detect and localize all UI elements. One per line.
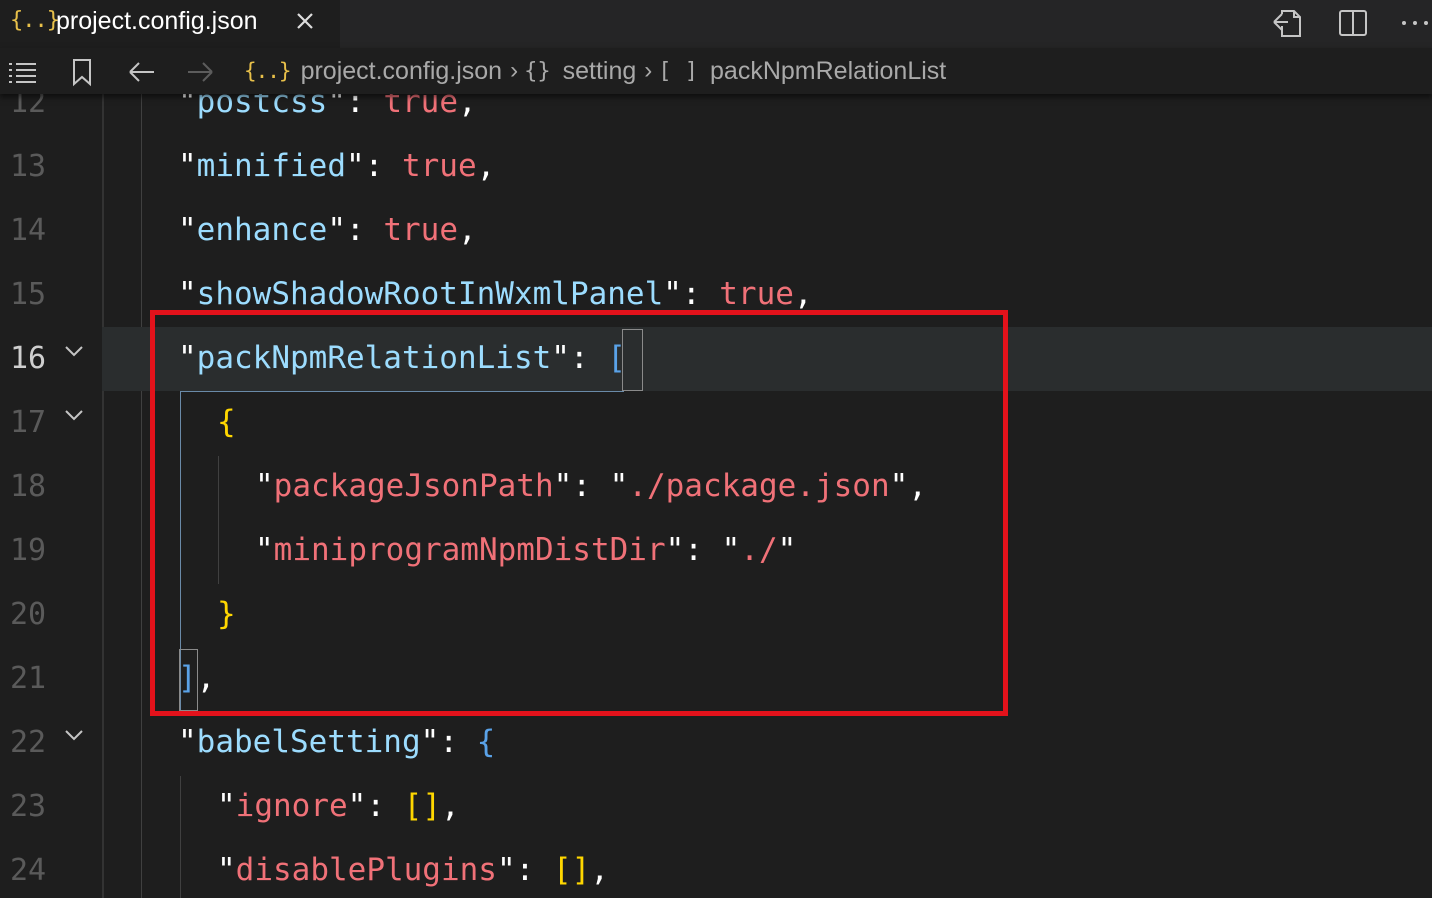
code-line[interactable]: 12 "postcss": true,	[0, 94, 1432, 135]
go-forward-icon[interactable]	[184, 56, 216, 88]
line-number: 20	[10, 597, 47, 632]
line-number: 18	[10, 469, 47, 504]
chevron-right-icon: ›	[644, 57, 653, 84]
code-line[interactable]: 17 {	[0, 391, 1432, 455]
fold-chevron-down-icon[interactable]	[62, 403, 86, 427]
code-text: "showShadowRootInWxmlPanel": true,	[178, 276, 813, 312]
line-number: 12	[10, 94, 47, 120]
close-icon[interactable]	[290, 6, 322, 38]
code-line[interactable]: 19 "miniprogramNpmDistDir": "./"	[0, 519, 1432, 583]
line-number: 14	[10, 213, 47, 248]
object-symbol-icon: {}	[524, 58, 551, 84]
breadcrumb: {..} project.config.json › {} setting › …	[244, 56, 946, 86]
line-number: 13	[10, 149, 47, 184]
code-text: "ignore": [],	[217, 788, 460, 824]
breadcrumb-item-packnpmrelationlist[interactable]: packNpmRelationList	[710, 57, 946, 86]
code-line[interactable]: 24 "disablePlugins": [],	[0, 839, 1432, 898]
code-line[interactable]: 18 "packageJsonPath": "./package.json",	[0, 455, 1432, 519]
breadcrumb-item-setting[interactable]: setting	[563, 57, 637, 86]
code-line[interactable]: 22 "babelSetting": {	[0, 711, 1432, 775]
code-text: "packageJsonPath": "./package.json",	[255, 468, 927, 504]
code-text: "enhance": true,	[178, 212, 477, 248]
line-number: 19	[10, 533, 47, 568]
fold-chevron-down-icon[interactable]	[62, 723, 86, 747]
tab-title: project.config.json	[56, 7, 258, 35]
outline-list-icon[interactable]	[6, 56, 38, 88]
line-number: 23	[10, 789, 47, 824]
code-line[interactable]: 13 "minified": true,	[0, 135, 1432, 199]
code-line[interactable]: 21 ],	[0, 647, 1432, 711]
code-editor[interactable]: 12 "postcss": true, 13 "minified": true,…	[0, 94, 1432, 898]
tab-bar: {..} project.config.json	[0, 0, 1432, 48]
code-text: "minified": true,	[178, 148, 496, 184]
line-number: 15	[10, 277, 47, 312]
code-text: "babelSetting": {	[178, 724, 496, 760]
bracket-match-open	[622, 329, 643, 391]
code-line[interactable]: 14 "enhance": true,	[0, 199, 1432, 263]
json-file-icon: {..}	[10, 8, 60, 33]
fold-chevron-down-icon[interactable]	[62, 339, 86, 363]
code-text: "packNpmRelationList": [	[178, 340, 626, 376]
bookmark-icon[interactable]	[66, 56, 98, 88]
breadcrumb-item-file[interactable]: project.config.json	[301, 57, 503, 86]
code-line[interactable]: 23 "ignore": [],	[0, 775, 1432, 839]
json-file-icon: {..}	[244, 59, 292, 83]
code-line[interactable]: 20 }	[0, 583, 1432, 647]
code-line-current[interactable]: 16 "packNpmRelationList": [	[0, 327, 1432, 391]
open-changes-icon[interactable]	[1270, 4, 1308, 42]
go-back-icon[interactable]	[126, 56, 158, 88]
line-number: 24	[10, 853, 47, 888]
line-number: 22	[10, 725, 47, 760]
chevron-right-icon: ›	[510, 57, 519, 84]
bracket-match-close	[179, 649, 198, 711]
bracket-pair-guide	[180, 391, 624, 392]
code-text: "postcss": true,	[178, 94, 477, 120]
code-text: }	[217, 596, 236, 632]
line-number: 16	[10, 341, 47, 376]
code-text: "disablePlugins": [],	[217, 852, 609, 888]
line-number: 21	[10, 661, 47, 696]
split-editor-icon[interactable]	[1334, 4, 1372, 42]
line-number: 17	[10, 405, 47, 440]
more-actions-icon[interactable]	[1396, 4, 1432, 42]
array-symbol-icon: [ ]	[658, 58, 699, 84]
code-text: {	[217, 404, 236, 440]
editor-tab-project-config[interactable]: {..} project.config.json	[0, 0, 340, 48]
code-line[interactable]: 15 "showShadowRootInWxmlPanel": true,	[0, 263, 1432, 327]
code-text: "miniprogramNpmDistDir": "./"	[255, 532, 797, 568]
breadcrumb-bar: {..} project.config.json › {} setting › …	[0, 48, 1432, 94]
